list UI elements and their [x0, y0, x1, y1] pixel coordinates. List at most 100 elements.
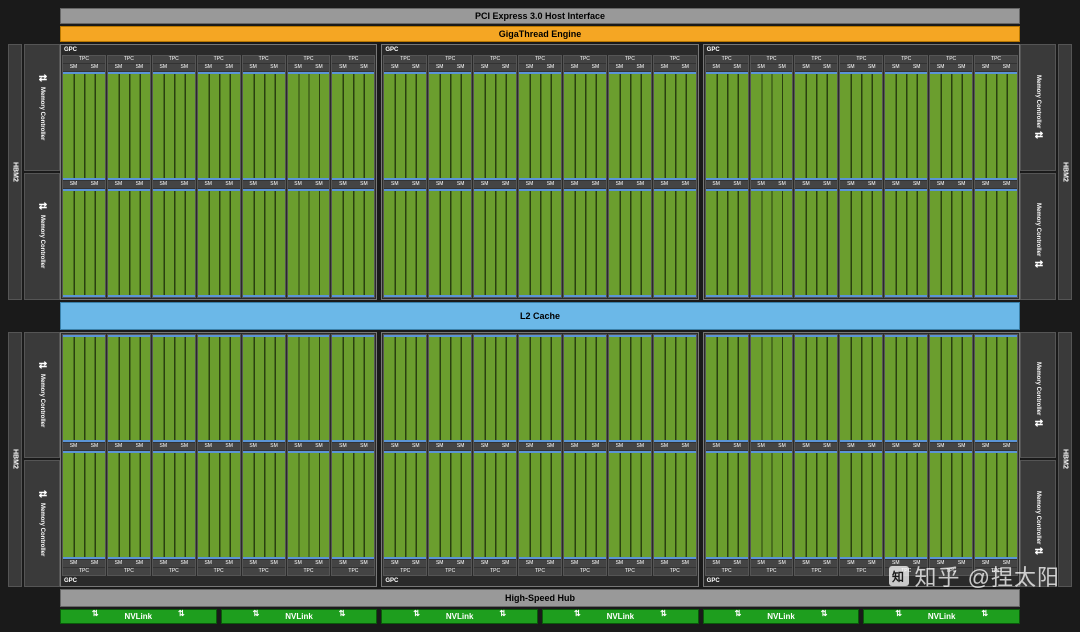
gigathread-bar: GigaThread Engine	[60, 26, 1020, 42]
cuda-cores-block	[384, 72, 426, 180]
cuda-cores-block	[63, 72, 105, 180]
cuda-cores-block	[564, 451, 606, 559]
sm-label: SM	[727, 443, 748, 450]
cuda-cores-block	[429, 451, 471, 559]
sm-label: SM	[654, 443, 675, 450]
cuda-cores-block	[384, 189, 426, 297]
sm-label: SM	[519, 443, 540, 450]
sm-label: SM	[174, 560, 195, 567]
tpc-block: SMSMSMSMTPC	[242, 334, 286, 577]
tpc-block: TPCSMSMSMSM	[608, 55, 652, 298]
sm-label: SM	[495, 181, 516, 188]
memory-controller: ⇄Memory Controller	[24, 44, 60, 171]
cuda-cores-block	[609, 72, 651, 180]
hbm2-block: HBM2	[1058, 44, 1072, 300]
cuda-cores-block	[885, 451, 927, 559]
sm-label: SM	[840, 560, 861, 567]
sm-label: SM	[288, 64, 309, 71]
sm-label: SM	[840, 443, 861, 450]
sm-label: SM	[609, 560, 630, 567]
gpc-row-bottom: SMSMSMSMTPCSMSMSMSMTPCSMSMSMSMTPCSMSMSMS…	[60, 332, 1020, 588]
tpc-block: SMSMSMSMTPC	[563, 334, 607, 577]
sm-label: SM	[219, 443, 240, 450]
cuda-cores-block	[975, 72, 1017, 180]
sm-label: SM	[630, 560, 651, 567]
tpc-block: TPCSMSMSMSM	[974, 55, 1018, 298]
cuda-cores-block	[198, 189, 240, 297]
cuda-cores-block	[153, 451, 195, 559]
cuda-cores-block	[429, 335, 471, 443]
tpc-block: SMSMSMSMTPC	[107, 334, 151, 577]
sm-label: SM	[675, 64, 696, 71]
tpc-block: SMSMSMSMTPC	[750, 334, 794, 577]
tpc-label: TPC	[840, 568, 882, 575]
cuda-cores-block	[474, 189, 516, 297]
sm-label: SM	[450, 181, 471, 188]
cuda-cores-block	[840, 335, 882, 443]
nvlink-label: NVLink	[446, 612, 474, 621]
sm-label: SM	[751, 443, 772, 450]
sm-label: SM	[795, 560, 816, 567]
gpc-block: SMSMSMSMTPCSMSMSMSMTPCSMSMSMSMTPCSMSMSMS…	[60, 332, 377, 588]
sm-label: SM	[174, 443, 195, 450]
high-speed-hub-bar: High-Speed Hub	[60, 589, 1020, 607]
sm-label: SM	[540, 443, 561, 450]
tpc-block: TPCSMSMSMSM	[839, 55, 883, 298]
sm-label: SM	[384, 181, 405, 188]
sm-label: SM	[474, 560, 495, 567]
cuda-cores-block	[63, 189, 105, 297]
cuda-cores-block	[108, 72, 150, 180]
tpc-label: TPC	[885, 56, 927, 63]
tpc-label: TPC	[198, 568, 240, 575]
tpc-block: SMSMSMSMTPC	[705, 334, 749, 577]
sm-label: SM	[84, 181, 105, 188]
cuda-cores-block	[429, 72, 471, 180]
sm-label: SM	[332, 64, 353, 71]
sm-label: SM	[353, 443, 374, 450]
tpc-label: TPC	[609, 568, 651, 575]
sm-label: SM	[264, 560, 285, 567]
sm-label: SM	[264, 181, 285, 188]
sm-label: SM	[675, 443, 696, 450]
sm-label: SM	[429, 560, 450, 567]
sm-label: SM	[585, 443, 606, 450]
sm-label: SM	[996, 64, 1017, 71]
sm-label: SM	[727, 181, 748, 188]
tpc-label: TPC	[751, 568, 793, 575]
sm-label: SM	[63, 443, 84, 450]
cuda-cores-block	[751, 189, 793, 297]
sm-label: SM	[861, 181, 882, 188]
cuda-cores-block	[751, 335, 793, 443]
gpc-block: GPCTPCSMSMSMSMTPCSMSMSMSMTPCSMSMSMSMTPCS…	[703, 44, 1020, 300]
sm-label: SM	[353, 181, 374, 188]
sm-label: SM	[429, 443, 450, 450]
tpc-block: TPCSMSMSMSM	[518, 55, 562, 298]
cuda-cores-block	[288, 189, 330, 297]
nvlink-block: ⇅NVLink⇅	[542, 609, 699, 624]
sm-label: SM	[129, 560, 150, 567]
sm-label: SM	[930, 443, 951, 450]
sm-label: SM	[63, 64, 84, 71]
sm-label: SM	[816, 64, 837, 71]
cuda-cores-block	[654, 72, 696, 180]
hbm2-block: HBM2	[8, 44, 22, 300]
cuda-cores-block	[706, 72, 748, 180]
sm-label: SM	[861, 560, 882, 567]
tpc-block: SMSMSMSMTPC	[62, 334, 106, 577]
cuda-cores-block	[429, 189, 471, 297]
sm-label: SM	[153, 560, 174, 567]
sm-label: SM	[243, 443, 264, 450]
sm-label: SM	[840, 181, 861, 188]
sm-label: SM	[885, 64, 906, 71]
cuda-cores-block	[795, 335, 837, 443]
sm-label: SM	[84, 560, 105, 567]
watermark-text: 知乎 @捏太阳	[915, 560, 1060, 592]
nvlink-label: NVLink	[928, 612, 956, 621]
sm-label: SM	[519, 64, 540, 71]
gpc-block: GPCTPCSMSMSMSMTPCSMSMSMSMTPCSMSMSMSMTPCS…	[381, 44, 698, 300]
sm-label: SM	[675, 181, 696, 188]
nvlink-label: NVLink	[767, 612, 795, 621]
cuda-cores-block	[930, 451, 972, 559]
sm-label: SM	[384, 64, 405, 71]
tpc-label: TPC	[654, 56, 696, 63]
